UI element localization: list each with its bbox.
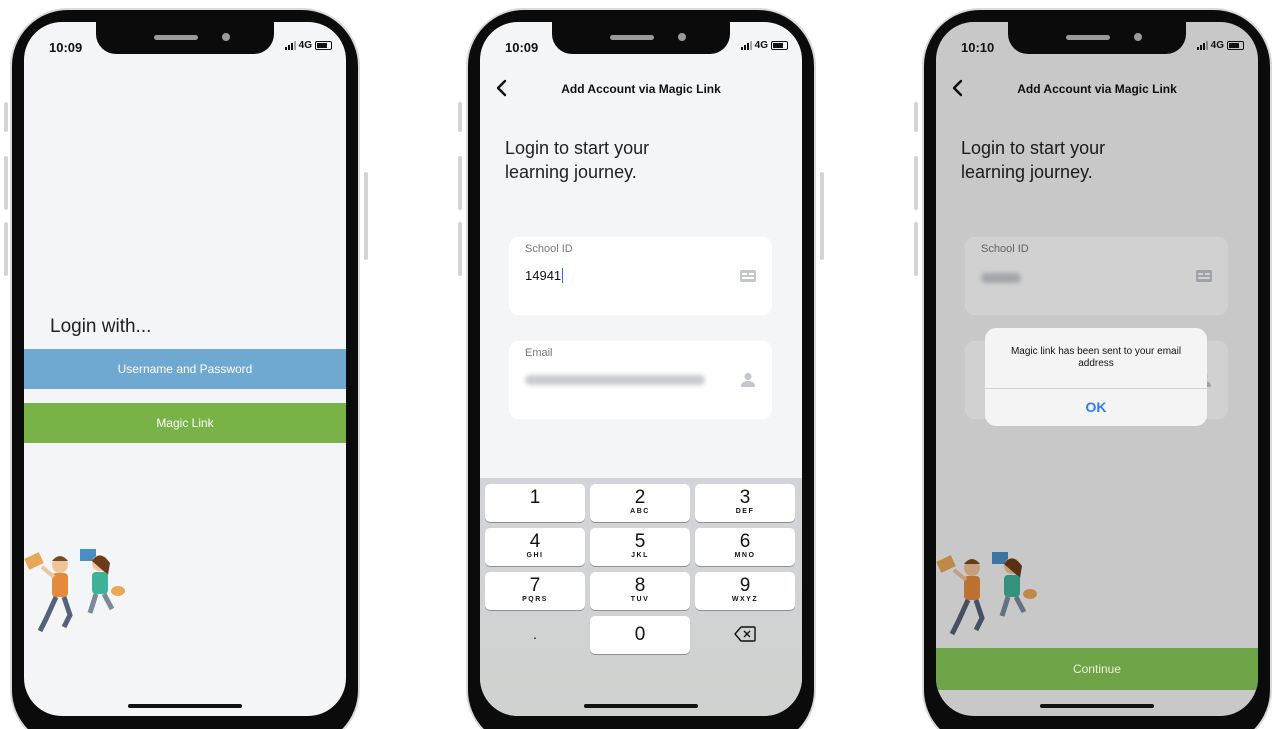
key-4[interactable]: 4 GHI	[485, 528, 585, 566]
side-button	[914, 156, 918, 210]
heading-line: learning journey.	[505, 162, 637, 182]
notch	[96, 22, 274, 54]
signal-icon	[1196, 41, 1208, 50]
text-caret	[562, 268, 564, 283]
screen: 10:10 4G Add Account via Magic Link Logi…	[936, 22, 1258, 716]
phone-magic-link-form: 10:09 4G Add Account via Magic Link Logi…	[456, 0, 828, 729]
network-type: 4G	[1210, 40, 1224, 51]
login-with-heading: Login with...	[50, 316, 152, 337]
key-0[interactable]: 0	[590, 616, 690, 654]
side-button	[458, 156, 462, 210]
side-button	[4, 102, 8, 132]
id-card-icon	[740, 270, 756, 282]
magic-link-sent-alert: Magic link has been sent to your email a…	[985, 328, 1207, 426]
key-2[interactable]: 2 ABC	[590, 484, 690, 522]
network-type: 4G	[298, 40, 312, 51]
side-button	[914, 102, 918, 132]
home-indicator	[128, 704, 242, 708]
school-id-field[interactable]: School ID 14941	[509, 237, 772, 315]
status-time: 10:09	[49, 40, 83, 55]
continue-button[interactable]: Continue	[936, 648, 1258, 690]
school-id-input[interactable]: 14941	[525, 268, 564, 283]
screen: 10:09 4G Add Account via Magic Link Logi…	[480, 22, 802, 716]
battery-icon	[315, 41, 332, 50]
key-8[interactable]: 8 TUV	[590, 572, 690, 610]
side-button	[4, 156, 8, 210]
key-delete[interactable]	[695, 616, 795, 654]
key-9[interactable]: 9 WXYZ	[695, 572, 795, 610]
phone-login-options: 10:09 4G Login with... Username and Pass…	[0, 0, 372, 729]
key-7[interactable]: 7 PQRS	[485, 572, 585, 610]
alert-message: Magic link has been sent to your email a…	[1010, 346, 1182, 369]
status-time: 10:09	[505, 40, 539, 55]
side-button	[4, 222, 8, 276]
status-indicators: 4G	[740, 40, 788, 51]
battery-icon	[1227, 41, 1244, 50]
school-id-value: 14941	[525, 268, 562, 283]
magic-link-button[interactable]: Magic Link	[24, 403, 346, 443]
side-button	[364, 172, 368, 260]
home-indicator	[584, 704, 698, 708]
key-decimal[interactable]: .	[485, 616, 585, 654]
alert-ok-button[interactable]: OK	[985, 389, 1207, 426]
status-time: 10:10	[961, 40, 995, 55]
heading-line: Login to start your	[505, 138, 650, 158]
key-6[interactable]: 6 MNO	[695, 528, 795, 566]
backspace-icon	[734, 626, 756, 642]
side-button	[458, 222, 462, 276]
home-indicator	[1040, 704, 1154, 708]
status-indicators: 4G	[284, 40, 332, 51]
nav-title: Add Account via Magic Link	[561, 82, 721, 96]
key-1[interactable]: 1	[485, 484, 585, 522]
screen: 10:09 4G Login with... Username and Pass…	[24, 22, 346, 716]
notch	[552, 22, 730, 54]
notch	[1008, 22, 1186, 54]
numeric-keypad: 1 2 ABC 3 DEF 4 GHI 5 JKL 6 MNO 7 PQRS 8 TUV 9W…	[480, 478, 802, 716]
signal-icon	[284, 41, 296, 50]
username-password-button[interactable]: Username and Password	[24, 349, 346, 389]
key-5[interactable]: 5 JKL	[590, 528, 690, 566]
status-indicators: 4G	[1196, 40, 1244, 51]
signal-icon	[740, 41, 752, 50]
email-value-blurred[interactable]	[525, 375, 705, 385]
page-heading: Login to start your learning journey.	[505, 136, 649, 184]
side-button	[458, 102, 462, 132]
phone-magic-link-sent: 10:10 4G Add Account via Magic Link Logi…	[912, 0, 1274, 729]
email-field[interactable]: Email	[509, 341, 772, 419]
side-button	[914, 222, 918, 276]
jumping-students-illustration	[24, 549, 125, 633]
battery-icon	[771, 41, 788, 50]
school-id-label: School ID	[525, 243, 573, 255]
key-3[interactable]: 3 DEF	[695, 484, 795, 522]
side-button	[820, 172, 824, 260]
email-label: Email	[525, 347, 553, 359]
network-type: 4G	[754, 40, 768, 51]
person-icon	[741, 372, 755, 387]
